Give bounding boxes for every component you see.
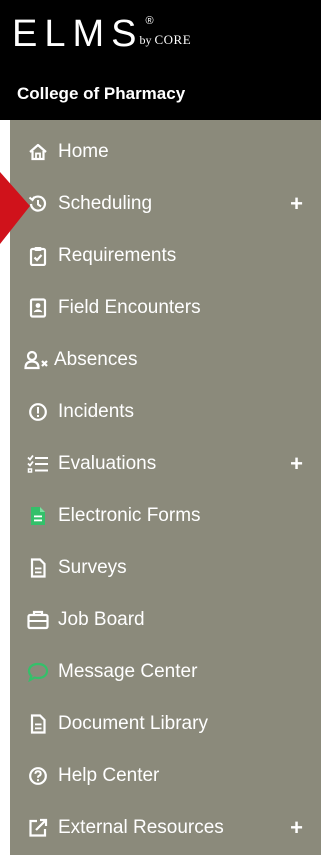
checklist-icon [26, 452, 50, 476]
nav-item-requirements[interactable]: Requirements [10, 230, 321, 282]
nav-item-home[interactable]: Home [10, 126, 321, 178]
nav-item-evaluations[interactable]: Evaluations + [10, 438, 321, 490]
sidebar-nav: Home Scheduling + Requirements Field Enc… [10, 120, 321, 855]
logo-wordmark: ELMS [12, 13, 144, 55]
document-icon [26, 712, 50, 736]
logo-byline: by CORE [139, 32, 192, 48]
help-circle-icon [26, 764, 50, 788]
nav-item-help-center[interactable]: Help Center [10, 750, 321, 802]
nav-item-scheduling[interactable]: Scheduling + [10, 178, 321, 230]
briefcase-icon [26, 608, 50, 632]
document-icon [26, 556, 50, 580]
user-x-icon [24, 348, 52, 372]
app-header: ELMS ® by CORE College of Pharmacy [0, 0, 321, 120]
expand-plus-icon[interactable]: + [290, 453, 303, 475]
college-name: College of Pharmacy [17, 84, 186, 103]
expand-plus-icon[interactable]: + [290, 817, 303, 839]
nav-item-field-encounters[interactable]: Field Encounters [10, 282, 321, 334]
logo-registered-mark: ® [145, 15, 154, 27]
form-document-icon [26, 504, 50, 528]
alert-circle-icon [26, 400, 50, 424]
nav-item-external-resources[interactable]: External Resources + [10, 802, 321, 854]
id-badge-icon [26, 296, 50, 320]
nav-item-incidents[interactable]: Incidents [10, 386, 321, 438]
external-link-icon [26, 816, 50, 840]
sidebar: Home Scheduling + Requirements Field Enc… [0, 120, 321, 863]
nav-item-surveys[interactable]: Surveys [10, 542, 321, 594]
nav-item-document-library[interactable]: Document Library [10, 698, 321, 750]
red-pointer-arrow [0, 172, 30, 244]
nav-item-message-center[interactable]: Message Center [10, 646, 321, 698]
chat-bubble-icon [26, 660, 50, 684]
expand-plus-icon[interactable]: + [290, 193, 303, 215]
nav-item-electronic-forms[interactable]: Electronic Forms [10, 490, 321, 542]
nav-item-job-board[interactable]: Job Board [10, 594, 321, 646]
nav-item-absences[interactable]: Absences [10, 334, 321, 386]
elms-logo[interactable]: ELMS ® by CORE [12, 14, 191, 54]
